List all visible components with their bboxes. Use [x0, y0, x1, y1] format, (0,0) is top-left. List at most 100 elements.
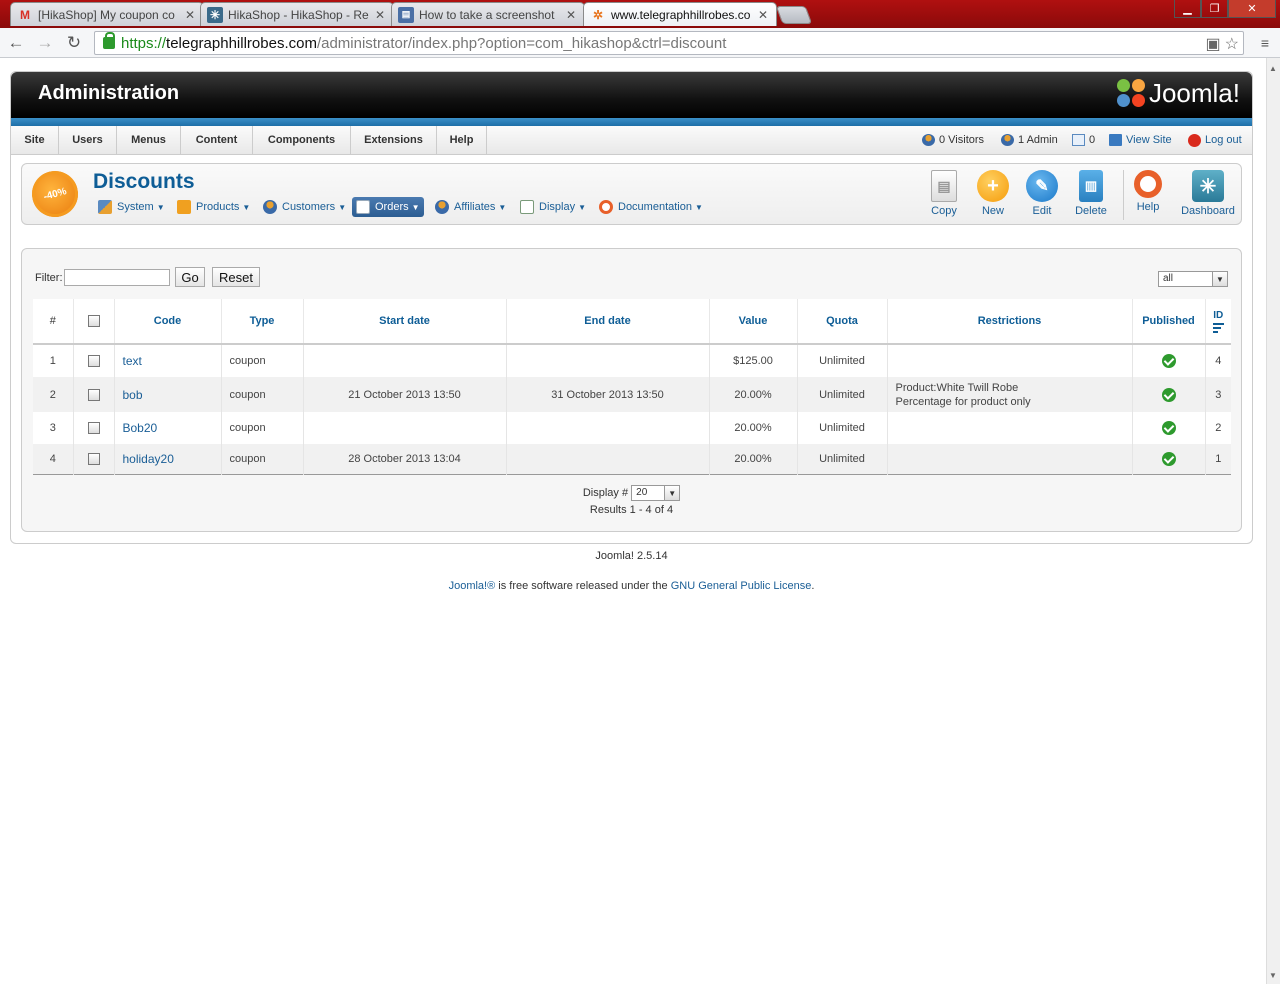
- bookmark-star-icon[interactable]: ☆: [1225, 34, 1239, 54]
- submenu-orders[interactable]: Orders ▼: [352, 197, 424, 217]
- chevron-down-icon: ▼: [1212, 272, 1227, 286]
- filter-label: Filter:: [35, 272, 63, 284]
- scroll-down-icon[interactable]: ▼: [1269, 971, 1277, 980]
- lifebuoy-icon: [1134, 170, 1162, 198]
- row-checkbox[interactable]: [87, 422, 100, 435]
- row-checkbox[interactable]: [87, 355, 100, 368]
- reload-button[interactable]: ↻: [63, 33, 85, 53]
- submenu-customers[interactable]: Customers ▼: [259, 197, 350, 217]
- menu-components[interactable]: Components: [253, 126, 351, 154]
- edit-button[interactable]: ✎ Edit: [1015, 170, 1069, 222]
- delete-button[interactable]: ▥ Delete: [1064, 170, 1118, 222]
- tab-title: HikaShop - HikaShop - Re: [228, 7, 369, 22]
- display-count: Display # 20 ▼: [22, 485, 1241, 501]
- admin-menubar: Site Users Menus Content Components Exte…: [11, 126, 1252, 155]
- discount-code-link[interactable]: bob: [113, 377, 221, 412]
- published-check-icon[interactable]: [1161, 421, 1176, 435]
- col-quota[interactable]: Quota: [796, 299, 887, 345]
- col-id[interactable]: ID: [1204, 299, 1231, 345]
- close-icon[interactable]: ✕: [185, 8, 197, 22]
- close-icon[interactable]: ✕: [758, 8, 770, 22]
- close-icon[interactable]: ✕: [375, 8, 387, 22]
- joomla-logo-icon: [1116, 78, 1147, 109]
- published-check-icon[interactable]: [1161, 354, 1176, 368]
- hikashop-icon: ✳: [207, 6, 223, 23]
- display-count-select[interactable]: 20 ▼: [631, 485, 681, 501]
- menu-users[interactable]: Users: [59, 126, 117, 154]
- browser-tab-3[interactable]: ▤ How to take a screenshot ✕: [391, 2, 585, 26]
- browser-tabstrip: M [HikaShop] My coupon co ✕ ✳ HikaShop -…: [0, 0, 1280, 28]
- url-scheme: https://: [121, 34, 167, 52]
- discount-type: coupon: [220, 344, 303, 377]
- menu-help[interactable]: Help: [437, 126, 487, 154]
- scroll-up-icon[interactable]: ▲: [1269, 64, 1277, 73]
- select-all-checkbox[interactable]: [87, 315, 100, 328]
- window-close-button[interactable]: ✕: [1228, 0, 1276, 18]
- new-tab-button[interactable]: [775, 6, 813, 24]
- minimize-button[interactable]: ▁: [1174, 0, 1201, 18]
- discount-code-link[interactable]: Bob20: [113, 412, 221, 444]
- published-filter-select[interactable]: all ▼: [1158, 271, 1228, 287]
- row-checkbox[interactable]: [87, 452, 100, 465]
- gmail-icon: M: [20, 7, 30, 22]
- submenu-products[interactable]: Products ▼: [173, 197, 254, 217]
- col-start-date[interactable]: Start date: [302, 299, 506, 345]
- gpl-link[interactable]: GNU General Public License: [671, 580, 812, 592]
- col-num: #: [33, 299, 73, 345]
- submenu-system[interactable]: System ▼: [94, 197, 169, 217]
- row-num: 1: [33, 344, 73, 377]
- help-button[interactable]: Help: [1121, 170, 1175, 222]
- view-site-link[interactable]: View Site: [1109, 126, 1172, 154]
- filter-input[interactable]: [64, 269, 170, 286]
- reset-button[interactable]: Reset: [212, 267, 260, 287]
- browser-tab-1[interactable]: M [HikaShop] My coupon co ✕: [10, 2, 204, 26]
- logout-link[interactable]: Log out: [1188, 126, 1242, 154]
- dashboard-button[interactable]: ✳ Dashboard: [1180, 170, 1236, 222]
- extension-icon[interactable]: ▣: [1206, 34, 1221, 54]
- browser-toolbar: ← → ↻ https:// telegraphhillrobes.com /a…: [0, 28, 1280, 58]
- quota: Unlimited: [796, 377, 887, 412]
- published-check-icon[interactable]: [1161, 387, 1176, 402]
- submenu-display[interactable]: Display ▼: [516, 197, 590, 217]
- col-select-all: [72, 299, 114, 345]
- menu-site[interactable]: Site: [11, 126, 59, 154]
- joomla-link[interactable]: Joomla!®: [449, 580, 496, 592]
- back-button[interactable]: ←: [5, 33, 27, 53]
- col-type[interactable]: Type: [220, 299, 303, 345]
- joomla-icon: ✲: [592, 7, 604, 22]
- menu-content[interactable]: Content: [181, 126, 253, 154]
- menu-extensions[interactable]: Extensions: [351, 126, 437, 154]
- menu-icon[interactable]: ≡: [1254, 33, 1276, 53]
- messages-status[interactable]: 0: [1072, 126, 1095, 154]
- table-row: 4 holiday20 coupon 28 October 2013 13:04…: [33, 444, 1231, 474]
- new-button[interactable]: + New: [966, 170, 1020, 222]
- discount-code-link[interactable]: holiday20: [113, 444, 221, 474]
- col-value[interactable]: Value: [708, 299, 797, 345]
- discount-code-link[interactable]: text: [113, 344, 221, 377]
- close-icon[interactable]: ✕: [566, 8, 578, 22]
- published-check-icon[interactable]: [1161, 451, 1176, 466]
- page-scrollbar[interactable]: ▲ ▼: [1266, 58, 1280, 984]
- forward-button[interactable]: →: [34, 33, 56, 53]
- end-date: 31 October 2013 13:50: [505, 377, 709, 412]
- col-end-date[interactable]: End date: [505, 299, 709, 345]
- browser-tab-4[interactable]: ✲ www.telegraphhillrobes.co ✕: [583, 2, 777, 26]
- col-code[interactable]: Code: [113, 299, 221, 345]
- start-date: [302, 344, 506, 377]
- discount-id: 3: [1204, 377, 1231, 412]
- menu-menus[interactable]: Menus: [117, 126, 181, 154]
- go-button[interactable]: Go: [175, 267, 205, 287]
- row-checkbox[interactable]: [87, 388, 100, 401]
- orders-icon: [356, 200, 370, 214]
- restriction-product: Product:White Twill Robe: [895, 381, 1019, 394]
- copy-button[interactable]: ▤ Copy: [917, 170, 971, 222]
- submenu-documentation[interactable]: Documentation ▼: [595, 197, 707, 217]
- col-published[interactable]: Published: [1131, 299, 1205, 345]
- browser-tab-2[interactable]: ✳ HikaShop - HikaShop - Re ✕: [200, 2, 394, 26]
- maximize-button[interactable]: ❐: [1201, 0, 1228, 18]
- table-row: 2 bob coupon 21 October 2013 13:50 31 Oc…: [33, 377, 1231, 412]
- quota: Unlimited: [796, 444, 887, 474]
- address-bar[interactable]: https:// telegraphhillrobes.com /adminis…: [94, 31, 1244, 55]
- admin-container: Administration Joomla! Site Users Menus …: [10, 71, 1253, 544]
- submenu-affiliates[interactable]: Affiliates ▼: [431, 197, 510, 217]
